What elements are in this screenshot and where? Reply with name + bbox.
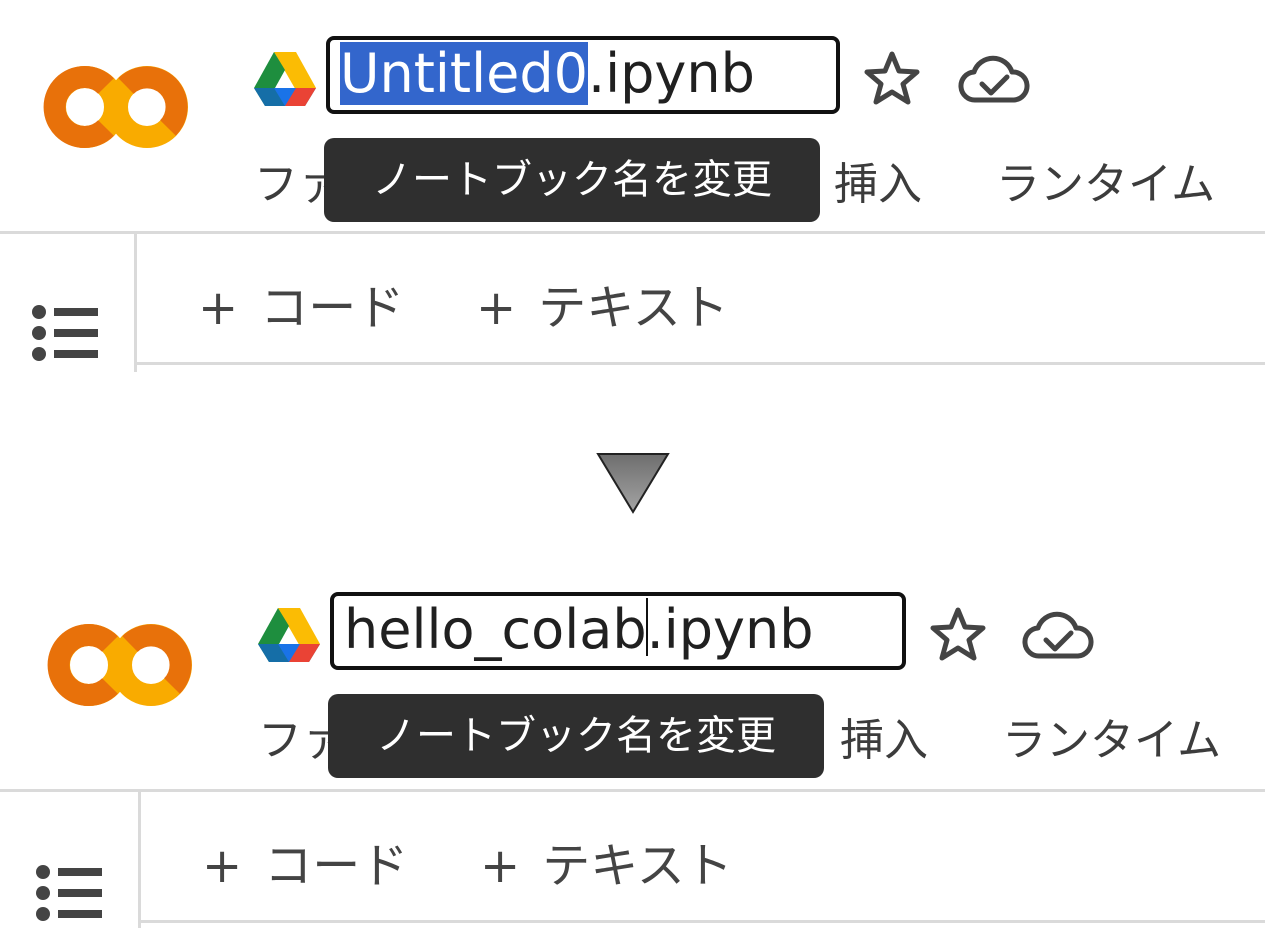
- plus-icon: +: [198, 280, 239, 336]
- colab-header-after: hello_colab.ipynb ファ 挿入 ランタイム ノートブック名を変更…: [0, 556, 1265, 928]
- table-of-contents-icon[interactable]: [34, 862, 106, 924]
- google-drive-icon[interactable]: [254, 52, 316, 106]
- header-divider: [0, 789, 1265, 792]
- table-of-contents-icon[interactable]: [30, 302, 102, 364]
- star-icon[interactable]: [928, 606, 988, 664]
- menu-runtime[interactable]: ランタイム: [996, 148, 1215, 212]
- colab-logo-icon[interactable]: [44, 620, 196, 710]
- toolbar-divider: [137, 362, 1265, 365]
- add-code-label: コード: [264, 838, 409, 894]
- cloud-saved-icon[interactable]: [1022, 608, 1094, 664]
- colab-logo-icon[interactable]: [40, 62, 192, 152]
- sidebar-divider: [134, 234, 137, 372]
- menu-runtime[interactable]: ランタイム: [1002, 704, 1221, 768]
- add-text-button[interactable]: + テキスト: [480, 826, 733, 896]
- notebook-name-text: hello_colab: [344, 598, 647, 661]
- sidebar-divider: [138, 792, 141, 928]
- star-icon[interactable]: [862, 50, 922, 108]
- add-code-button[interactable]: + コード: [198, 268, 404, 338]
- selected-name-text: Untitled0: [340, 42, 588, 105]
- add-text-label: テキスト: [538, 280, 729, 336]
- add-text-label: テキスト: [542, 838, 733, 894]
- menu-insert[interactable]: 挿入: [834, 148, 922, 212]
- plus-icon: +: [480, 838, 521, 894]
- name-extension: .ipynb: [646, 598, 814, 661]
- header-divider: [0, 231, 1265, 234]
- add-code-button[interactable]: + コード: [202, 826, 408, 896]
- toolbar-divider: [141, 920, 1265, 923]
- google-drive-icon[interactable]: [258, 608, 320, 662]
- name-extension: .ipynb: [587, 42, 755, 105]
- plus-icon: +: [202, 838, 243, 894]
- add-text-button[interactable]: + テキスト: [476, 268, 729, 338]
- down-arrow-icon: [596, 453, 670, 514]
- notebook-name-input[interactable]: hello_colab.ipynb: [330, 592, 906, 670]
- add-code-label: コード: [260, 280, 405, 336]
- colab-header-before: Untitled0.ipynb ファ 挿入 ランタイム ノートブック名を変更 +…: [0, 0, 1265, 372]
- menu-insert[interactable]: 挿入: [840, 704, 928, 768]
- cloud-saved-icon[interactable]: [958, 52, 1030, 108]
- notebook-name-input[interactable]: Untitled0.ipynb: [326, 36, 840, 114]
- rename-tooltip: ノートブック名を変更: [328, 694, 824, 778]
- rename-tooltip: ノートブック名を変更: [324, 138, 820, 222]
- plus-icon: +: [476, 280, 517, 336]
